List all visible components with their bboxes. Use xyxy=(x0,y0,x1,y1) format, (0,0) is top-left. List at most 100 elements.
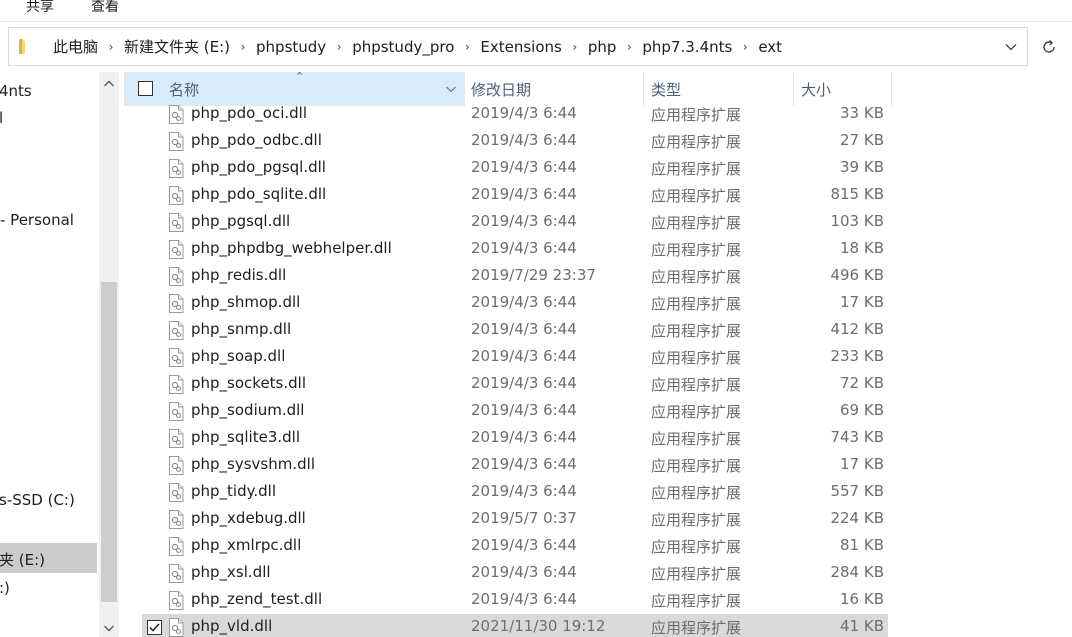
tab-view[interactable]: 查看 xyxy=(91,0,119,16)
refresh-icon xyxy=(1043,39,1055,53)
file-name: php_xsl.dll xyxy=(191,563,271,581)
chevron-right-icon[interactable]: › xyxy=(732,40,758,54)
file-size: 224 KB xyxy=(830,509,884,527)
file-size: 815 KB xyxy=(830,185,884,203)
file-row[interactable]: php_phpdbg_webhelper.dll 2019/4/3 6:44 应用程… xyxy=(142,236,888,263)
breadcrumb-item-drive-e[interactable]: 新建文件夹 (E:) xyxy=(124,36,230,57)
breadcrumb-item-phpstudy-pro[interactable]: phpstudy_pro xyxy=(352,38,454,56)
breadcrumb-item-this-pc[interactable]: 此电脑 xyxy=(53,36,98,57)
file-row[interactable]: php_redis.dll 2019/7/29 23:37 应用程序扩展 496 KB xyxy=(142,263,888,290)
file-type: 应用程序扩展 xyxy=(651,322,742,340)
file-row[interactable]: php_sockets.dll 2019/4/3 6:44 应用程序扩展 72 KB xyxy=(142,371,888,398)
file-type: 应用程序扩展 xyxy=(651,619,742,637)
dll-file-icon xyxy=(169,564,184,583)
select-all-checkbox[interactable] xyxy=(138,81,153,96)
file-row[interactable]: php_sqlite3.dll 2019/4/3 6:44 应用程序扩展 743 KB xyxy=(142,425,888,452)
chevron-right-icon[interactable]: › xyxy=(562,40,588,54)
file-row[interactable]: php_vld.dll 2021/11/30 19:12 应用程序扩展 41 KB xyxy=(142,614,888,637)
sort-ascending-icon: ⌃ xyxy=(295,70,305,83)
file-type: 应用程序扩展 xyxy=(651,187,742,205)
file-name: php_phpdbg_webhelper.dll xyxy=(191,239,392,257)
file-modified-date: 2019/4/3 6:44 xyxy=(471,401,577,419)
breadcrumb-item-ext[interactable]: ext xyxy=(758,38,782,56)
nav-item-onedrive-personal[interactable]: - Personal xyxy=(0,205,97,235)
file-name: php_pgsql.dll xyxy=(191,212,291,230)
file-row[interactable]: php_xsl.dll 2019/4/3 6:44 应用程序扩展 284 KB xyxy=(142,560,888,587)
file-modified-date: 2019/7/29 23:37 xyxy=(471,266,596,284)
file-row[interactable]: php_pdo_odbc.dll 2019/4/3 6:44 应用程序扩展 27 KB xyxy=(142,128,888,155)
file-size: 496 KB xyxy=(830,266,884,284)
file-modified-date: 2019/4/3 6:44 xyxy=(471,374,577,392)
file-row[interactable]: php_shmop.dll 2019/4/3 6:44 应用程序扩展 17 KB xyxy=(142,290,888,317)
file-row[interactable]: php_xdebug.dll 2019/5/7 0:37 应用程序扩展 224 KB xyxy=(142,506,888,533)
nav-item-folder[interactable]: l xyxy=(0,103,97,133)
file-row[interactable]: php_snmp.dll 2019/4/3 6:44 应用程序扩展 412 KB xyxy=(142,317,888,344)
file-modified-date: 2019/4/3 6:44 xyxy=(471,482,577,500)
nav-item-label: :) xyxy=(0,579,10,597)
nav-item-drive-c[interactable]: s-SSD (C:) xyxy=(0,485,97,515)
file-row[interactable]: php_pdo_oci.dll 2019/4/3 6:44 应用程序扩展 33 KB xyxy=(142,101,888,128)
file-size: 233 KB xyxy=(830,347,884,365)
file-modified-date: 2019/4/3 6:44 xyxy=(471,563,577,581)
breadcrumb: 此电脑 › 新建文件夹 (E:) › phpstudy › phpstudy_p… xyxy=(53,28,782,65)
file-name: php_snmp.dll xyxy=(191,320,292,338)
column-date-label: 修改日期 xyxy=(471,81,532,99)
file-size: 69 KB xyxy=(840,401,884,419)
file-row[interactable]: php_soap.dll 2019/4/3 6:44 应用程序扩展 233 KB xyxy=(142,344,888,371)
file-size: 17 KB xyxy=(840,293,884,311)
breadcrumb-item-php-version[interactable]: php7.3.4nts xyxy=(642,38,732,56)
file-type: 应用程序扩展 xyxy=(651,160,742,178)
file-modified-date: 2019/4/3 6:44 xyxy=(471,239,577,257)
file-row[interactable]: php_sysvshm.dll 2019/4/3 6:44 应用程序扩展 17 KB xyxy=(142,452,888,479)
breadcrumb-item-extensions[interactable]: Extensions xyxy=(480,38,561,56)
file-modified-date: 2019/4/3 6:44 xyxy=(471,347,577,365)
file-size: 33 KB xyxy=(840,104,884,122)
ribbon-tabs: 共享 查看 xyxy=(0,0,1072,22)
chevron-right-icon[interactable]: › xyxy=(616,40,642,54)
nav-item-php-version[interactable]: 4nts xyxy=(0,76,97,106)
chevron-up-icon[interactable] xyxy=(103,78,115,90)
nav-item-drive-e[interactable]: 夹 (E:) xyxy=(0,543,97,573)
dll-file-icon xyxy=(169,375,184,394)
chevron-right-icon[interactable]: › xyxy=(230,40,256,54)
scrollbar-thumb[interactable] xyxy=(101,282,117,602)
file-name: php_pdo_odbc.dll xyxy=(191,131,322,149)
chevron-down-icon[interactable] xyxy=(1005,41,1017,53)
nav-item-label: s-SSD (C:) xyxy=(0,491,75,509)
file-row[interactable]: php_pdo_pgsql.dll 2019/4/3 6:44 应用程序扩展 39 K… xyxy=(142,155,888,182)
file-row[interactable]: php_xmlrpc.dll 2019/4/3 6:44 应用程序扩展 81 KB xyxy=(142,533,888,560)
file-row[interactable]: php_tidy.dll 2019/4/3 6:44 应用程序扩展 557 KB xyxy=(142,479,888,506)
chevron-right-icon[interactable]: › xyxy=(98,40,124,54)
chevron-down-icon[interactable] xyxy=(445,83,457,95)
file-row[interactable]: php_sodium.dll 2019/4/3 6:44 应用程序扩展 69 KB xyxy=(142,398,888,425)
breadcrumb-item-phpstudy[interactable]: phpstudy xyxy=(256,38,326,56)
file-size: 412 KB xyxy=(830,320,884,338)
chevron-down-icon[interactable] xyxy=(103,622,115,634)
file-row[interactable]: php_pdo_sqlite.dll 2019/4/3 6:44 应用程序扩展 815… xyxy=(142,182,888,209)
refresh-button[interactable] xyxy=(1034,27,1064,66)
nav-scrollbar[interactable] xyxy=(99,72,119,637)
column-size-label: 大小 xyxy=(801,81,832,99)
file-name: php_sockets.dll xyxy=(191,374,306,392)
tab-share[interactable]: 共享 xyxy=(26,0,54,16)
file-type: 应用程序扩展 xyxy=(651,592,742,610)
nav-item-label: 夹 (E:) xyxy=(0,551,46,569)
file-size: 41 KB xyxy=(840,617,884,635)
file-name: php_redis.dll xyxy=(191,266,287,284)
nav-item-label: - Personal xyxy=(0,211,74,229)
chevron-right-icon[interactable]: › xyxy=(326,40,352,54)
dll-file-icon xyxy=(169,294,184,313)
nav-item-drive[interactable]: :) xyxy=(0,573,97,603)
file-name: php_vld.dll xyxy=(191,617,273,635)
file-row[interactable]: php_pgsql.dll 2019/4/3 6:44 应用程序扩展 103 KB xyxy=(142,209,888,236)
dll-file-icon xyxy=(169,267,184,286)
file-row[interactable]: php_zend_test.dll 2019/4/3 6:44 应用程序扩展 16 K… xyxy=(142,587,888,614)
file-name: php_sodium.dll xyxy=(191,401,305,419)
row-checkbox[interactable] xyxy=(147,620,162,635)
file-type: 应用程序扩展 xyxy=(651,133,742,151)
file-size: 27 KB xyxy=(840,131,884,149)
file-modified-date: 2019/4/3 6:44 xyxy=(471,185,577,203)
address-bar[interactable]: 此电脑 › 新建文件夹 (E:) › phpstudy › phpstudy_p… xyxy=(8,27,1028,66)
chevron-right-icon[interactable]: › xyxy=(454,40,480,54)
breadcrumb-item-php[interactable]: php xyxy=(588,38,617,56)
